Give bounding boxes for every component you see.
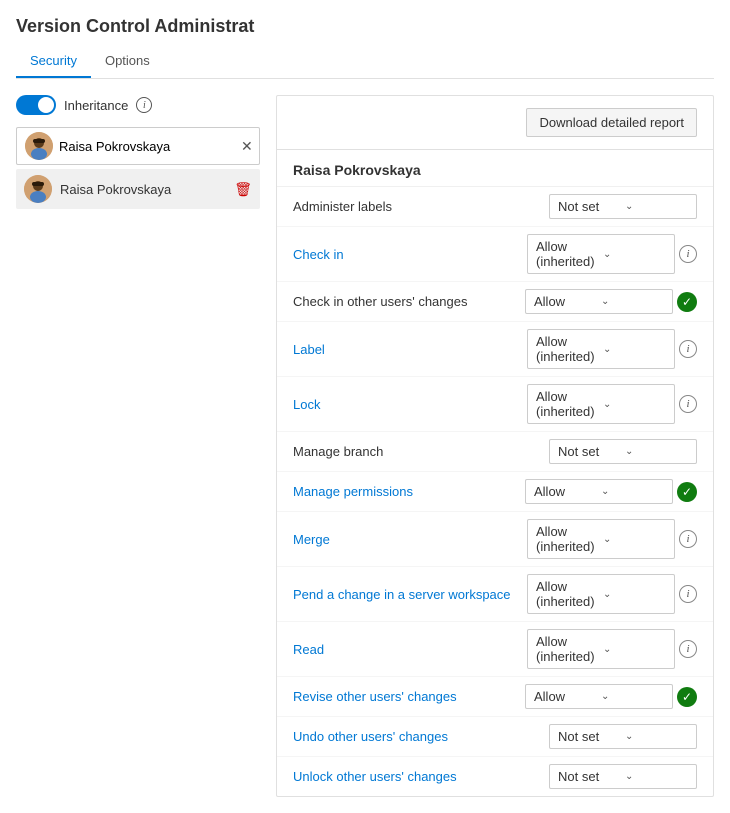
info-icon[interactable]: i — [679, 585, 697, 603]
info-icon[interactable]: i — [679, 245, 697, 263]
permission-name: Manage permissions — [293, 484, 525, 499]
permission-name: Lock — [293, 397, 527, 412]
permission-name: Unlock other users' changes — [293, 769, 549, 784]
right-panel-header: Download detailed report — [277, 96, 713, 150]
permission-control: Allow⌄✓ — [525, 289, 697, 314]
permission-control: Not set⌄ — [549, 439, 697, 464]
permission-control: Not set⌄ — [549, 194, 697, 219]
chevron-down-icon: ⌄ — [625, 731, 688, 742]
inheritance-label: Inheritance — [64, 98, 128, 113]
permission-control: Allow (inherited)⌄i — [527, 234, 697, 274]
inheritance-info-icon[interactable]: i — [136, 97, 152, 113]
info-icon[interactable]: i — [679, 640, 697, 658]
chevron-down-icon: ⌄ — [601, 296, 664, 307]
permission-row: Administer labelsNot set⌄ — [277, 187, 713, 227]
main-content: Inheritance i ✕ — [0, 79, 730, 813]
check-icon: ✓ — [677, 292, 697, 312]
permission-row: Manage permissionsAllow⌄✓ — [277, 472, 713, 512]
chevron-down-icon: ⌄ — [603, 399, 666, 410]
permission-dropdown[interactable]: Not set⌄ — [549, 724, 697, 749]
inheritance-row: Inheritance i — [16, 95, 260, 115]
toggle-thumb — [38, 97, 54, 113]
permission-dropdown[interactable]: Allow (inherited)⌄ — [527, 329, 675, 369]
info-icon[interactable]: i — [679, 340, 697, 358]
permission-name: Read — [293, 642, 527, 657]
permission-control: Allow⌄✓ — [525, 684, 697, 709]
permission-row: Pend a change in a server workspaceAllow… — [277, 567, 713, 622]
chevron-down-icon: ⌄ — [603, 644, 666, 655]
right-panel: Download detailed report Raisa Pokrovska… — [276, 95, 714, 797]
chevron-down-icon: ⌄ — [603, 249, 666, 260]
permission-name: Undo other users' changes — [293, 729, 549, 744]
download-report-button[interactable]: Download detailed report — [526, 108, 697, 137]
permission-dropdown[interactable]: Not set⌄ — [549, 764, 697, 789]
chevron-down-icon: ⌄ — [603, 534, 666, 545]
chevron-down-icon: ⌄ — [603, 589, 666, 600]
permission-name: Merge — [293, 532, 527, 547]
permission-row: Undo other users' changesNot set⌄ — [277, 717, 713, 757]
info-icon[interactable]: i — [679, 530, 697, 548]
permissions-table: Administer labelsNot set⌄Check inAllow (… — [277, 187, 713, 796]
info-icon[interactable]: i — [679, 395, 697, 413]
page-header: Version Control Administrat Security Opt… — [0, 0, 730, 79]
permission-dropdown[interactable]: Not set⌄ — [549, 194, 697, 219]
permission-dropdown[interactable]: Allow (inherited)⌄ — [527, 574, 675, 614]
permission-row: LockAllow (inherited)⌄i — [277, 377, 713, 432]
chevron-down-icon: ⌄ — [603, 344, 666, 355]
permission-control: Not set⌄ — [549, 764, 697, 789]
chevron-down-icon: ⌄ — [625, 446, 688, 457]
permission-dropdown[interactable]: Allow (inherited)⌄ — [527, 234, 675, 274]
permission-dropdown[interactable]: Allow (inherited)⌄ — [527, 384, 675, 424]
tab-security[interactable]: Security — [16, 45, 91, 78]
permission-row: Manage branchNot set⌄ — [277, 432, 713, 472]
permission-name: Administer labels — [293, 199, 549, 214]
permission-row: ReadAllow (inherited)⌄i — [277, 622, 713, 677]
permission-dropdown[interactable]: Allow⌄ — [525, 289, 673, 314]
permission-dropdown[interactable]: Not set⌄ — [549, 439, 697, 464]
permission-control: Allow (inherited)⌄i — [527, 629, 697, 669]
search-close-icon[interactable]: ✕ — [241, 138, 253, 155]
user-search-box[interactable]: ✕ — [16, 127, 260, 165]
permission-name: Label — [293, 342, 527, 357]
permission-control: Allow⌄✓ — [525, 479, 697, 504]
search-avatar — [25, 132, 53, 160]
person-name-header: Raisa Pokrovskaya — [277, 150, 713, 187]
permission-dropdown[interactable]: Allow⌄ — [525, 684, 673, 709]
permission-control: Not set⌄ — [549, 724, 697, 749]
left-panel: Inheritance i ✕ — [16, 95, 276, 797]
tab-options[interactable]: Options — [91, 45, 164, 78]
check-icon: ✓ — [677, 482, 697, 502]
permission-dropdown[interactable]: Allow (inherited)⌄ — [527, 629, 675, 669]
search-input[interactable] — [59, 139, 235, 154]
chevron-down-icon: ⌄ — [625, 201, 688, 212]
inheritance-toggle[interactable] — [16, 95, 56, 115]
chevron-down-icon: ⌄ — [625, 771, 688, 782]
permission-control: Allow (inherited)⌄i — [527, 574, 697, 614]
permission-row: Check in other users' changesAllow⌄✓ — [277, 282, 713, 322]
list-avatar — [24, 175, 52, 203]
chevron-down-icon: ⌄ — [601, 691, 664, 702]
permission-control: Allow (inherited)⌄i — [527, 384, 697, 424]
permission-dropdown[interactable]: Allow⌄ — [525, 479, 673, 504]
permission-row: Unlock other users' changesNot set⌄ — [277, 757, 713, 796]
permission-row: Revise other users' changesAllow⌄✓ — [277, 677, 713, 717]
check-icon: ✓ — [677, 687, 697, 707]
permission-row: MergeAllow (inherited)⌄i — [277, 512, 713, 567]
permission-name: Check in — [293, 247, 527, 262]
permission-control: Allow (inherited)⌄i — [527, 519, 697, 559]
page-title: Version Control Administrat — [16, 16, 714, 37]
permission-name: Manage branch — [293, 444, 549, 459]
permission-row: LabelAllow (inherited)⌄i — [277, 322, 713, 377]
permission-row: Check inAllow (inherited)⌄i — [277, 227, 713, 282]
user-list-item[interactable]: Raisa Pokrovskaya 🗑 — [16, 169, 260, 209]
permission-name: Pend a change in a server workspace — [293, 587, 527, 602]
permission-name: Revise other users' changes — [293, 689, 525, 704]
delete-user-icon[interactable]: 🗑 — [234, 181, 252, 198]
list-user-name: Raisa Pokrovskaya — [60, 182, 226, 197]
chevron-down-icon: ⌄ — [601, 486, 664, 497]
permission-dropdown[interactable]: Allow (inherited)⌄ — [527, 519, 675, 559]
permission-control: Allow (inherited)⌄i — [527, 329, 697, 369]
permission-name: Check in other users' changes — [293, 294, 525, 309]
tab-bar: Security Options — [16, 45, 714, 79]
